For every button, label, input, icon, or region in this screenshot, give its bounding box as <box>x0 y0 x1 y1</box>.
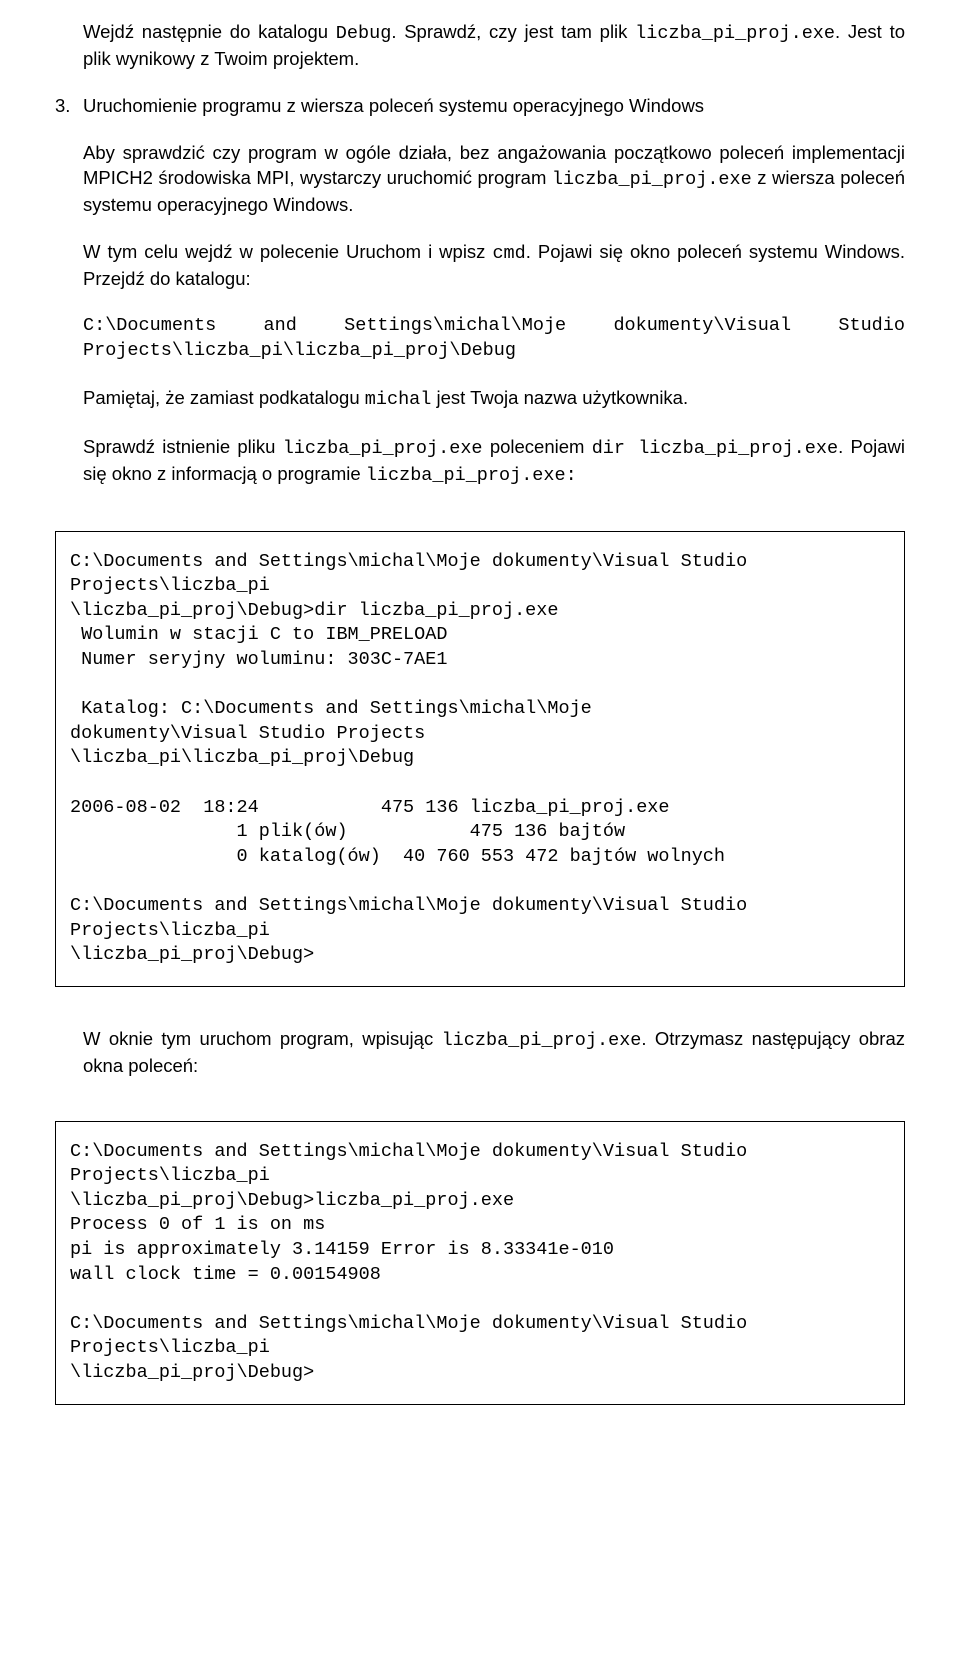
document-page: Wejdź następnie do katalogu Debug. Spraw… <box>0 0 960 1485</box>
code-inline-exe-colon: liczba_pi_proj.exe: <box>366 465 577 486</box>
paragraph-run-program: Aby sprawdzić czy program w ogóle działa… <box>83 141 905 218</box>
paragraph-username-note: Pamiętaj, że zamiast podkatalogu michal … <box>83 386 905 413</box>
paragraph-cmd: W tym celu wejdź w polecenie Uruchom i w… <box>83 240 905 292</box>
paragraph-run-exe: W oknie tym uruchom program, wpisując li… <box>83 1027 905 1079</box>
terminal-output-dir: C:\Documents and Settings\michal\Moje do… <box>55 531 905 987</box>
code-inline-michal: michal <box>365 389 432 410</box>
text: . Sprawdź, czy jest tam plik <box>391 21 635 42</box>
text: W tym celu wejdź w polecenie Uruchom i w… <box>83 241 492 262</box>
code-inline-exe: liczba_pi_proj.exe <box>635 23 835 44</box>
text: W oknie tym uruchom program, wpisując <box>83 1028 442 1049</box>
code-inline-cmd: cmd <box>492 243 525 264</box>
code-inline-exe: liczba_pi_proj.exe <box>552 169 752 190</box>
code-inline-dir: dir liczba_pi_proj.exe <box>592 438 838 459</box>
list-number: 3. <box>55 94 83 119</box>
list-item-3: 3. Uruchomienie programu z wiersza polec… <box>55 94 905 119</box>
text: Pamiętaj, że zamiast podkatalogu <box>83 387 365 408</box>
code-inline-exe: liczba_pi_proj.exe <box>442 1030 642 1051</box>
text: Sprawdź istnienie pliku <box>83 436 283 457</box>
paragraph-check-file: Sprawdź istnienie pliku liczba_pi_proj.e… <box>83 435 905 489</box>
paragraph-enter-debug: Wejdź następnie do katalogu Debug. Spraw… <box>83 20 905 72</box>
list-item-heading: Uruchomienie programu z wiersza poleceń … <box>83 94 905 119</box>
text: Wejdź następnie do katalogu <box>83 21 336 42</box>
terminal-output-run: C:\Documents and Settings\michal\Moje do… <box>55 1121 905 1405</box>
code-inline-exe: liczba_pi_proj.exe <box>283 438 483 459</box>
text: jest Twoja nazwa użytkownika. <box>431 387 688 408</box>
code-inline-debug: Debug <box>336 23 392 44</box>
path-block: C:\Documents and Settings\michal\Moje do… <box>83 314 905 364</box>
text: poleceniem <box>483 436 592 457</box>
